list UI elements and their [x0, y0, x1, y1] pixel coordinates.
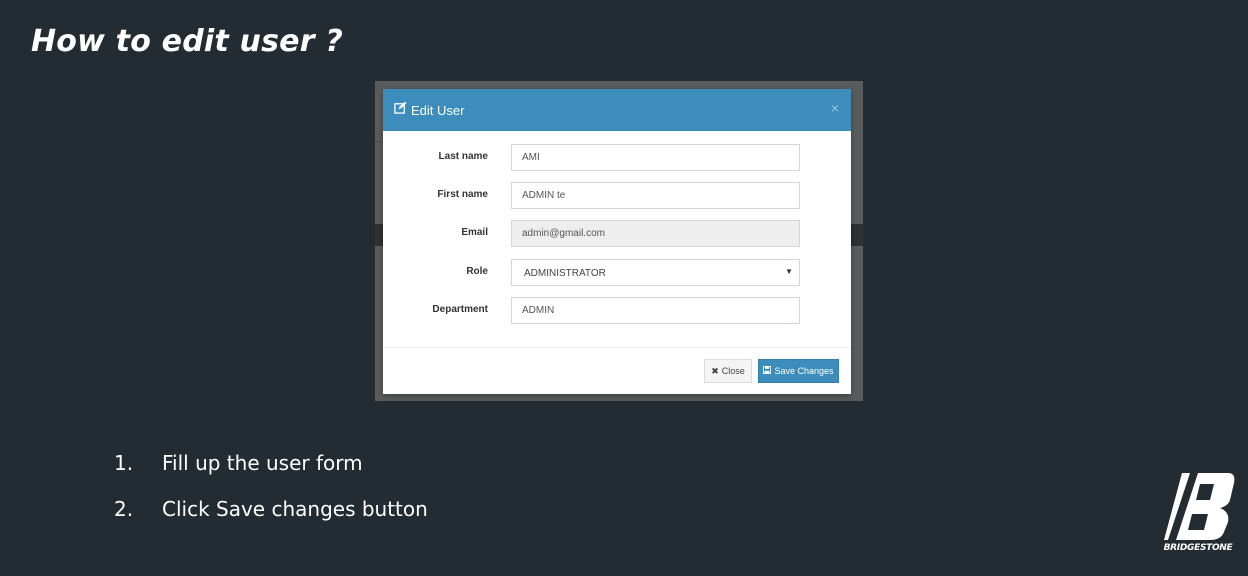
edit-icon — [394, 101, 407, 119]
save-changes-button[interactable]: Save Changes — [758, 359, 839, 383]
first-name-row: First name — [383, 182, 851, 209]
edit-user-modal: Edit User × Last name First name Email R… — [383, 89, 851, 394]
email-label: Email — [461, 227, 488, 238]
caret-down-icon: ▼ — [785, 267, 793, 276]
screenshot-frame: Edit User × Last name First name Email R… — [375, 81, 863, 401]
logo-wordmark: BRIDGESTONE — [1163, 543, 1233, 553]
slide-title: How to edit user ? — [31, 24, 343, 59]
close-button[interactable]: ✖ Close — [704, 359, 752, 383]
role-label: Role — [466, 266, 488, 277]
save-icon — [763, 366, 772, 376]
times-icon: ✖ — [711, 365, 719, 376]
bridgestone-logo: BRIDGESTONE — [1160, 470, 1236, 556]
step-number: 2. — [114, 497, 134, 521]
last-name-label: Last name — [438, 151, 488, 162]
bridgestone-b-mark — [1164, 473, 1235, 540]
email-row: Email — [383, 220, 851, 247]
department-row: Department — [383, 297, 851, 324]
email-field — [511, 220, 800, 247]
close-button-label: Close — [721, 366, 745, 376]
first-name-label: First name — [437, 189, 488, 200]
last-name-input[interactable] — [511, 144, 800, 171]
background-page-bar-left — [375, 224, 383, 246]
save-button-label: Save Changes — [774, 366, 834, 376]
step-text: Fill up the user form — [162, 451, 363, 475]
step-number: 1. — [114, 451, 134, 475]
modal-title: Edit User — [411, 102, 465, 118]
department-label: Department — [432, 304, 488, 315]
background-page-bar — [851, 224, 863, 246]
role-selected-value: ADMINISTRATOR — [524, 268, 606, 279]
step-text: Click Save changes button — [162, 497, 428, 521]
department-input[interactable] — [511, 297, 800, 324]
first-name-input[interactable] — [511, 182, 800, 209]
modal-footer-divider — [383, 347, 851, 348]
background-page — [375, 141, 383, 142]
modal-header: Edit User × — [383, 89, 851, 131]
role-select[interactable]: ADMINISTRATOR ▼ — [511, 259, 800, 286]
last-name-row: Last name — [383, 144, 851, 171]
role-row: Role ADMINISTRATOR ▼ — [383, 259, 851, 286]
close-icon[interactable]: × — [831, 100, 839, 116]
